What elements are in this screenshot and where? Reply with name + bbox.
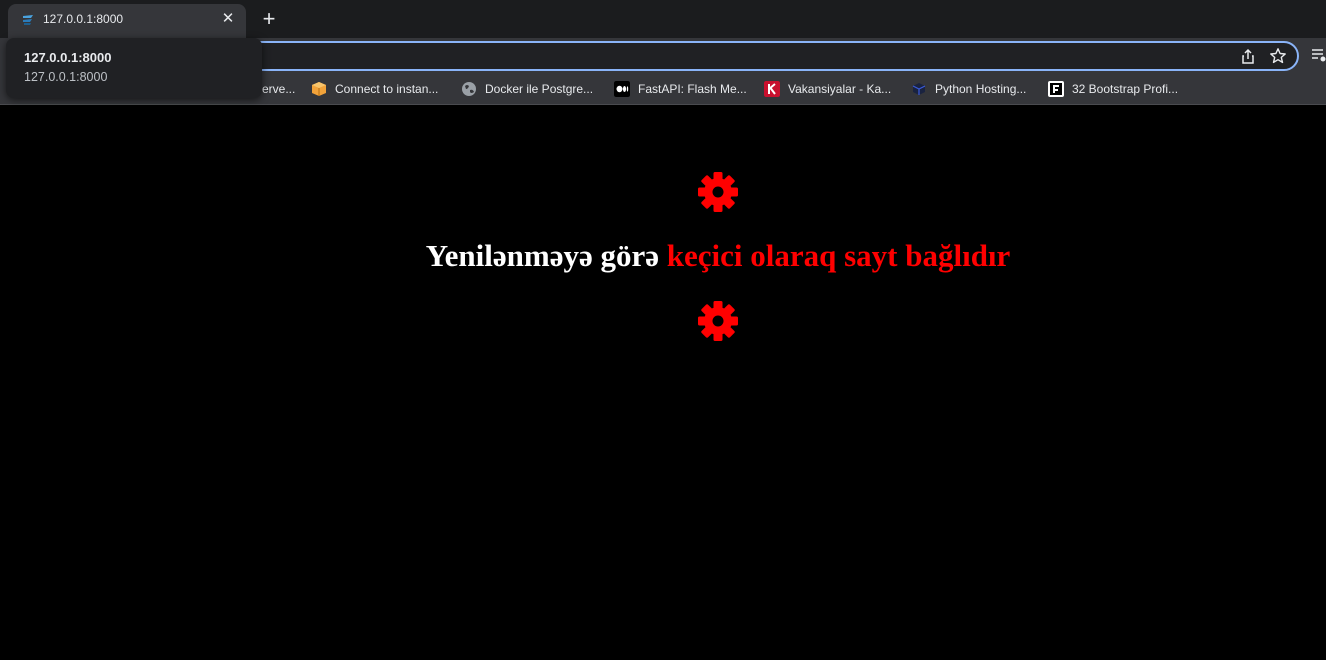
- maintenance-message: Yenilənməyə görə keçici olaraq sayt bağl…: [0, 238, 1326, 274]
- message-white-part: Yenilənməyə görə: [425, 238, 667, 273]
- bookmark-label: FastAPI: Flash Me...: [638, 82, 747, 96]
- bookmark-item[interactable]: FastAPI: Flash Me...: [614, 80, 747, 98]
- gear-icon: [698, 301, 738, 341]
- site-favicon-icon: [23, 15, 33, 25]
- address-bar[interactable]: [200, 41, 1299, 71]
- bookmark-item[interactable]: erve...: [262, 80, 295, 98]
- bookmark-label: Python Hosting...: [935, 82, 1027, 96]
- gear-icon: [698, 172, 738, 212]
- tab-hover-card: 127.0.0.1:8000 127.0.0.1:8000: [6, 38, 262, 98]
- bookmark-label: Vakansiyalar - Ka...: [788, 82, 892, 96]
- message-red-part: keçici olaraq sayt bağlıdır: [666, 238, 1011, 273]
- reading-list-icon[interactable]: [1310, 47, 1326, 63]
- tab-strip: 127.0.0.1:8000 ✕ +: [0, 0, 1326, 38]
- share-icon[interactable]: [1239, 48, 1257, 66]
- close-tab-icon[interactable]: ✕: [218, 9, 238, 29]
- python-hosting-icon: [912, 83, 926, 95]
- bookmark-item[interactable]: Python Hosting...: [911, 80, 1026, 98]
- k-logo-icon: [764, 81, 780, 97]
- aws-box-icon: [312, 82, 326, 96]
- new-tab-button[interactable]: +: [258, 8, 280, 30]
- bookmark-item[interactable]: Docker ile Postgre...: [461, 80, 593, 98]
- f-logo-icon: [1048, 81, 1064, 97]
- hover-card-url: 127.0.0.1:8000: [24, 70, 108, 84]
- bookmark-label: 32 Bootstrap Profi...: [1072, 82, 1179, 96]
- browser-tab[interactable]: 127.0.0.1:8000 ✕: [8, 4, 246, 38]
- bookmark-item[interactable]: Connect to instan...: [311, 80, 438, 98]
- medium-icon: [614, 81, 630, 97]
- bookmark-label: erve...: [262, 82, 296, 96]
- bookmark-item[interactable]: Vakansiyalar - Ka...: [764, 80, 891, 98]
- globe-icon: [462, 82, 476, 96]
- bookmark-label: Docker ile Postgre...: [485, 82, 594, 96]
- bookmark-item[interactable]: 32 Bootstrap Profi...: [1048, 80, 1178, 98]
- tab-title: 127.0.0.1:8000: [43, 12, 124, 26]
- bookmark-star-icon[interactable]: [1269, 47, 1287, 65]
- hover-card-title: 127.0.0.1:8000: [24, 50, 112, 65]
- bookmark-label: Connect to instan...: [335, 82, 439, 96]
- page-content: Yenilənməyə görə keçici olaraq sayt bağl…: [0, 106, 1326, 660]
